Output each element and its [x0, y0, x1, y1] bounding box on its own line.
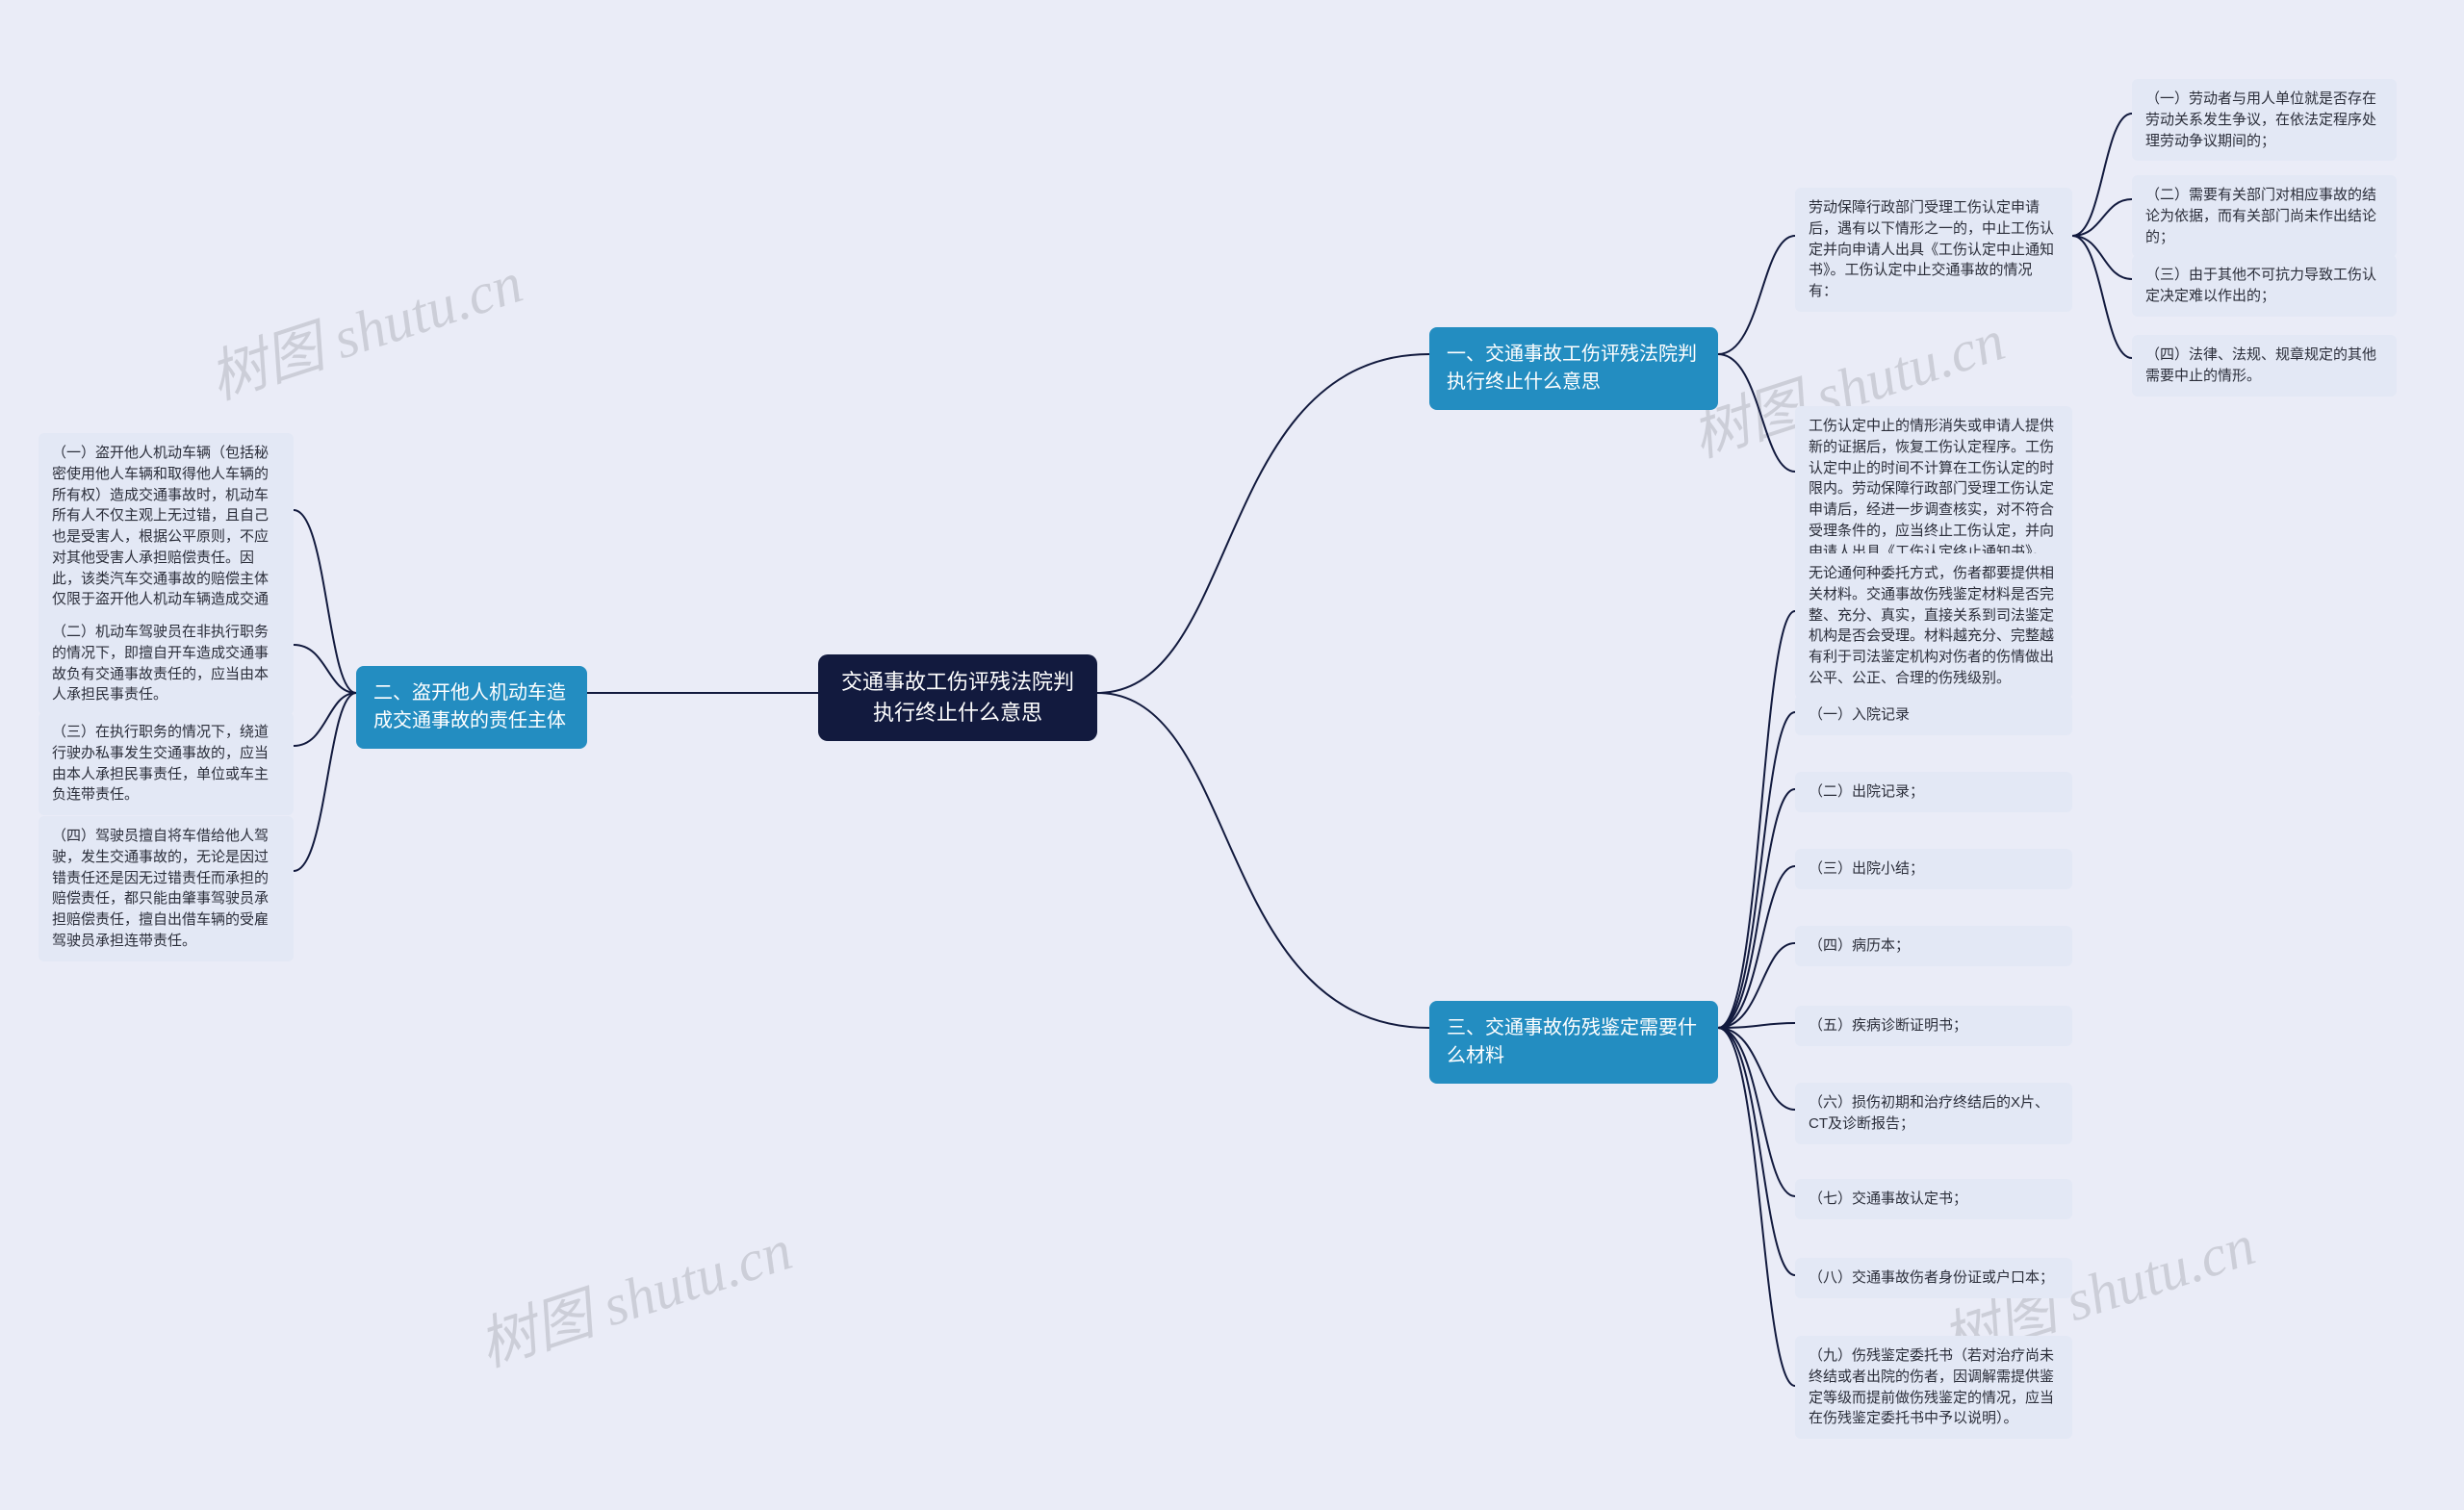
leaf-c6[interactable]: （六）损伤初期和治疗终结后的X片、CT及诊断报告；: [1795, 1083, 2072, 1144]
leaf-b3[interactable]: （三）在执行职务的情况下，绕道行驶办私事发生交通事故的，应当由本人承担民事责任，…: [38, 712, 294, 815]
leaf-c4[interactable]: （四）病历本；: [1795, 926, 2072, 966]
leaf-a1-1[interactable]: （一）劳动者与用人单位就是否存在劳动关系发生争议，在依法定程序处理劳动争议期间的…: [2132, 79, 2397, 161]
leaf-c0[interactable]: 无论通何种委托方式，伤者都要提供相关材料。交通事故伤残鉴定材料是否完整、充分、真…: [1795, 553, 2072, 699]
leaf-c7[interactable]: （七）交通事故认定书；: [1795, 1179, 2072, 1219]
connectors: [0, 0, 2464, 1510]
root-node[interactable]: 交通事故工伤评残法院判执行终止什么意思: [818, 654, 1097, 741]
leaf-a1-3[interactable]: （三）由于其他不可抗力导致工伤认定决定难以作出的；: [2132, 255, 2397, 317]
leaf-b4[interactable]: （四）驾驶员擅自将车借给他人驾驶，发生交通事故的，无论是因过错责任还是因无过错责…: [38, 816, 294, 961]
watermark: 树图 shutu.cn: [467, 1203, 801, 1383]
leaf-a1[interactable]: 劳动保障行政部门受理工伤认定申请后，遇有以下情形之一的，中止工伤认定并向申请人出…: [1795, 188, 2072, 312]
leaf-a1-4[interactable]: （四）法律、法规、规章规定的其他需要中止的情形。: [2132, 335, 2397, 397]
leaf-a1-2[interactable]: （二）需要有关部门对相应事故的结论为依据，而有关部门尚未作出结论的；: [2132, 175, 2397, 257]
leaf-c1[interactable]: （一）入院记录: [1795, 695, 2072, 735]
leaf-b2[interactable]: （二）机动车驾驶员在非执行职务的情况下，即擅自开车造成交通事故负有交通事故责任的…: [38, 612, 294, 715]
leaf-a2[interactable]: 工伤认定中止的情形消失或申请人提供新的证据后，恢复工伤认定程序。工伤认定中止的时…: [1795, 406, 2072, 572]
leaf-c9[interactable]: （九）伤残鉴定委托书（若对治疗尚未终结或者出院的伤者，因调解需提供鉴定等级而提前…: [1795, 1336, 2072, 1439]
watermark: 树图 shutu.cn: [197, 236, 531, 416]
leaf-c8[interactable]: （八）交通事故伤者身份证或户口本；: [1795, 1258, 2072, 1298]
leaf-c5[interactable]: （五）疾病诊断证明书；: [1795, 1006, 2072, 1046]
leaf-b1[interactable]: （一）盗开他人机动车辆（包括秘密使用他人车辆和取得他人车辆的所有权）造成交通事故…: [38, 433, 294, 641]
branch-a[interactable]: 一、交通事故工伤评残法院判执行终止什么意思: [1429, 327, 1718, 410]
leaf-c2[interactable]: （二）出院记录；: [1795, 772, 2072, 812]
branch-c[interactable]: 三、交通事故伤残鉴定需要什么材料: [1429, 1001, 1718, 1084]
leaf-c3[interactable]: （三）出院小结；: [1795, 849, 2072, 889]
branch-b[interactable]: 二、盗开他人机动车造成交通事故的责任主体: [356, 666, 587, 749]
